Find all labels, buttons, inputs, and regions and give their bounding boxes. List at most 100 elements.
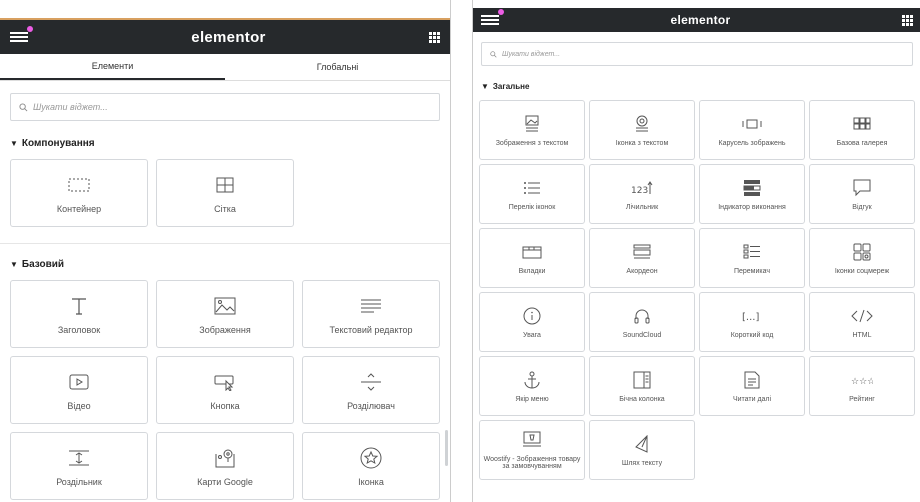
- widget-label: Woostify - Зображення товару за замовчув…: [483, 456, 581, 470]
- search-icon: [490, 50, 497, 58]
- widget-label: Шлях тексту: [621, 459, 663, 467]
- widget-toggle[interactable]: Перемикач: [699, 228, 805, 288]
- widget-label: Роздільник: [56, 477, 102, 487]
- widget-video[interactable]: Відео: [10, 356, 148, 424]
- counter-icon: 123: [631, 178, 653, 198]
- widget-button[interactable]: Кнопка: [156, 356, 294, 424]
- widget-icon-list[interactable]: Перелік іконок: [479, 164, 585, 224]
- widget-html[interactable]: HTML: [809, 292, 915, 352]
- tabs-icon: [522, 242, 542, 262]
- accordion-icon: [633, 242, 651, 262]
- svg-text:123: 123: [631, 186, 648, 196]
- widget-spacer[interactable]: Роздільник: [10, 432, 148, 500]
- caret-down-icon: ▼: [10, 259, 18, 269]
- gallery-icon: [853, 114, 871, 134]
- soundcloud-icon: [633, 306, 651, 326]
- widget-heading[interactable]: Заголовок: [10, 280, 148, 348]
- widget-sidebar[interactable]: Бічна колонка: [589, 356, 695, 416]
- divider: [0, 243, 450, 244]
- widget-label: Короткий код: [730, 331, 774, 339]
- widget-testimonial[interactable]: Відгук: [809, 164, 915, 224]
- widget-counter[interactable]: 123 Лічильник: [589, 164, 695, 224]
- widget-menu-anchor[interactable]: Якір меню: [479, 356, 585, 416]
- caret-down-icon: ▼: [481, 81, 489, 91]
- widget-icon-box[interactable]: Іконка з текстом: [589, 100, 695, 160]
- widget-label: Контейнер: [56, 204, 102, 214]
- basic-widgets: Заголовок Зображення Текстовий редактор …: [0, 280, 450, 500]
- widget-grid[interactable]: Сітка: [156, 159, 294, 227]
- widget-gallery[interactable]: Базова галерея: [809, 100, 915, 160]
- divider-icon: [360, 369, 382, 395]
- apps-grid-icon[interactable]: [902, 14, 913, 26]
- widget-accordion[interactable]: Акордеон: [589, 228, 695, 288]
- widget-label: Карти Google: [197, 477, 253, 487]
- widget-label: Сітка: [214, 204, 236, 214]
- search-input[interactable]: Шукати віджет...: [481, 42, 913, 66]
- widget-label: Іконка: [358, 477, 384, 487]
- general-widgets: Зображення з текстом Іконка з текстом Ка…: [473, 100, 920, 480]
- menu-icon[interactable]: [481, 9, 504, 27]
- widget-text-editor[interactable]: Текстовий редактор: [302, 280, 440, 348]
- testimonial-icon: [853, 178, 871, 198]
- widget-label: Бічна колонка: [619, 395, 665, 403]
- search-placeholder: Шукати віджет...: [33, 102, 108, 112]
- layout-widgets: Контейнер Сітка: [0, 159, 450, 227]
- widget-label: Іконки соцмереж: [834, 267, 890, 275]
- widget-progress[interactable]: Індикатор виконання: [699, 164, 805, 224]
- section-title-basic[interactable]: ▼ Базовий: [0, 254, 450, 274]
- widget-label: Карусель зображень: [718, 139, 786, 147]
- widget-label: Якір меню: [515, 395, 549, 403]
- section-label: Загальне: [492, 81, 530, 91]
- caret-down-icon: ▼: [10, 138, 18, 148]
- widget-label: Відео: [67, 401, 91, 411]
- left-panel: elementor Елементи Глобальні Шукати відж…: [0, 0, 451, 502]
- carousel-icon: [742, 114, 762, 134]
- html-icon: [851, 306, 873, 326]
- widget-alert[interactable]: Увага: [479, 292, 585, 352]
- widget-rating[interactable]: ☆☆☆ Рейтинг: [809, 356, 915, 416]
- section-title-general[interactable]: ▼ Загальне: [473, 76, 920, 96]
- widget-image-box[interactable]: Зображення з текстом: [479, 100, 585, 160]
- widget-read-more[interactable]: Читати далі: [699, 356, 805, 416]
- widget-shortcode[interactable]: [...] Короткий код: [699, 292, 805, 352]
- section-title-layout[interactable]: ▼ Компонування: [0, 133, 450, 153]
- container-icon: [68, 172, 90, 198]
- widget-label: Базова галерея: [836, 139, 888, 147]
- widget-divider[interactable]: Розділювач: [302, 356, 440, 424]
- widget-label: Перемикач: [733, 267, 771, 275]
- tab-globals[interactable]: Глобальні: [225, 54, 450, 80]
- widget-soundcloud[interactable]: SoundCloud: [589, 292, 695, 352]
- section-label: Компонування: [21, 137, 95, 149]
- widget-label: Рейтинг: [849, 395, 875, 403]
- widget-label: Акордеон: [626, 267, 658, 275]
- product-image-icon: [522, 430, 542, 450]
- widget-label: Розділювач: [347, 401, 395, 411]
- anchor-icon: [523, 370, 541, 390]
- section-label: Базовий: [21, 258, 65, 270]
- widget-carousel[interactable]: Карусель зображень: [699, 100, 805, 160]
- widget-social-icons[interactable]: Іконки соцмереж: [809, 228, 915, 288]
- widget-container[interactable]: Контейнер: [10, 159, 148, 227]
- progress-icon: [743, 178, 761, 198]
- widget-icon[interactable]: Іконка: [302, 432, 440, 500]
- widget-text-path[interactable]: Шлях тексту: [589, 420, 695, 480]
- tabs: Елементи Глобальні: [0, 54, 450, 81]
- rating-icon: ☆☆☆: [851, 370, 873, 390]
- image-box-icon: [524, 114, 540, 134]
- search-input[interactable]: Шукати віджет...: [10, 93, 440, 121]
- icon-list-icon: [523, 178, 541, 198]
- widget-label: Індикатор виконання: [718, 203, 786, 211]
- widget-label: Лічильник: [625, 203, 659, 211]
- scrollbar[interactable]: [445, 430, 448, 466]
- spacer-icon: [68, 445, 90, 471]
- button-icon: [214, 369, 236, 395]
- widget-image[interactable]: Зображення: [156, 280, 294, 348]
- widget-tabs[interactable]: Вкладки: [479, 228, 585, 288]
- tab-elements[interactable]: Елементи: [0, 54, 225, 80]
- widget-label: SoundCloud: [622, 331, 662, 339]
- widget-google-maps[interactable]: Карти Google: [156, 432, 294, 500]
- svg-text:[...]: [...]: [742, 312, 759, 323]
- menu-icon[interactable]: [10, 26, 33, 44]
- apps-grid-icon[interactable]: [428, 31, 440, 43]
- widget-woostify-product-image[interactable]: Woostify - Зображення товару за замовчув…: [479, 420, 585, 480]
